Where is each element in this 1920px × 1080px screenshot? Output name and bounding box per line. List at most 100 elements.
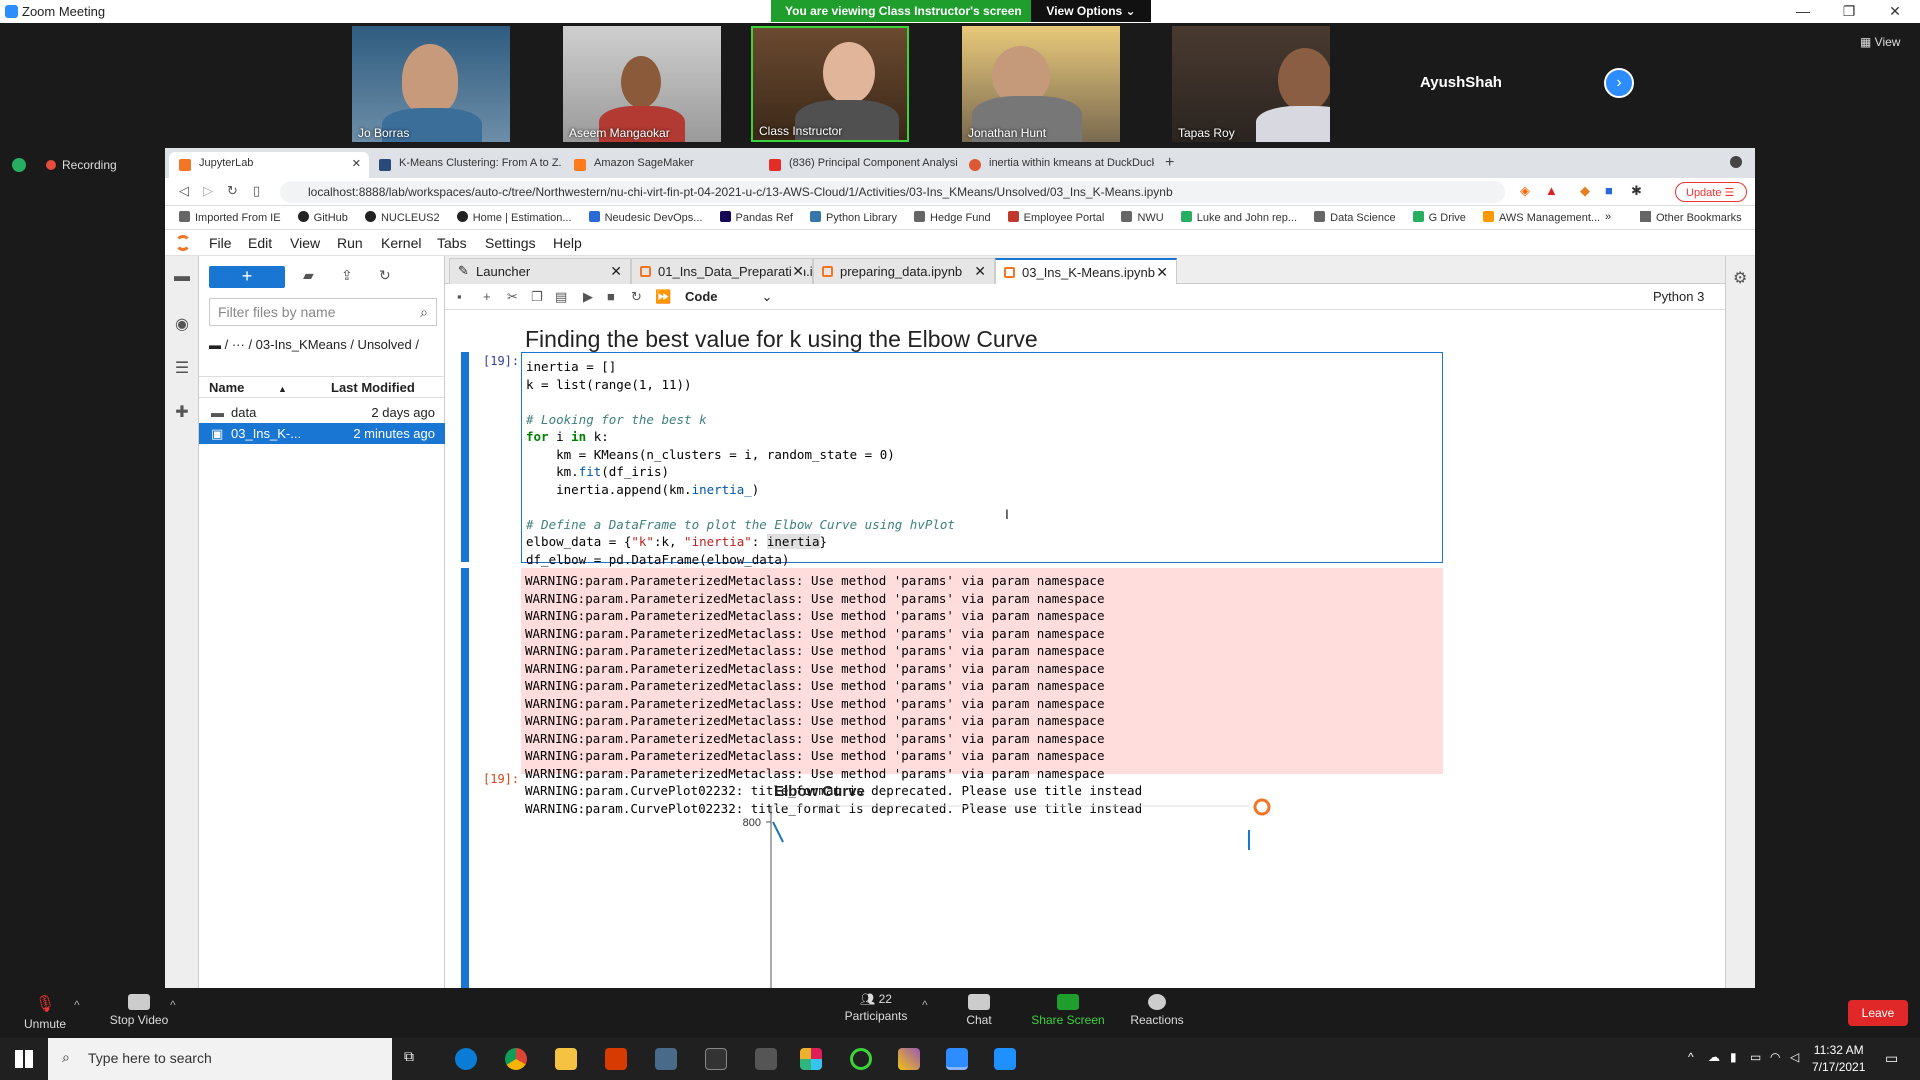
edge-icon[interactable] xyxy=(455,1048,477,1070)
app-icon[interactable] xyxy=(755,1048,777,1070)
participants-button[interactable]: 👥︎ 22 Participants xyxy=(838,992,914,1023)
taskbar-clock[interactable]: 11:32 AM 7/17/2021 xyxy=(1812,1042,1865,1076)
close-icon[interactable]: ✕ xyxy=(610,263,622,280)
upload-icon[interactable]: ⇪ xyxy=(341,267,353,284)
tab-search-icon[interactable] xyxy=(1730,156,1742,168)
mic-icon[interactable]: ▮ xyxy=(1730,1050,1737,1064)
participant-tile-active[interactable]: Class Instructor xyxy=(751,26,909,142)
leave-button[interactable]: Leave xyxy=(1848,1000,1908,1026)
chat-button[interactable]: Chat xyxy=(956,994,1002,1027)
notifications-icon[interactable]: ▭ xyxy=(1885,1050,1898,1067)
filter-files-input[interactable]: Filter files by name ⌕ xyxy=(209,298,437,326)
cloud-icon[interactable]: ☁ xyxy=(1708,1050,1720,1064)
close-icon[interactable]: ✕ xyxy=(974,263,986,280)
new-launcher-button[interactable]: + xyxy=(209,266,285,288)
restart-icon[interactable]: ↻ xyxy=(631,289,642,305)
menu-run[interactable]: Run xyxy=(337,235,363,251)
tray-overflow-icon[interactable]: ^ xyxy=(1688,1050,1694,1064)
menu-view[interactable]: View xyxy=(290,235,320,251)
other-bookmarks[interactable]: Other Bookmarks xyxy=(1640,211,1742,224)
stop-video-button[interactable]: Stop Video xyxy=(104,994,174,1027)
file-row[interactable]: ▬ data 2 days ago xyxy=(199,402,445,423)
close-icon[interactable]: ✕ xyxy=(1156,264,1168,281)
reactions-button[interactable]: Reactions xyxy=(1126,994,1188,1027)
doc-tab-launcher[interactable]: ✎ Launcher ✕ xyxy=(449,258,631,284)
browser-tab[interactable]: K-Means Clustering: From A to Z. E xyxy=(369,152,564,178)
participant-tile[interactable]: Jo Borras xyxy=(352,26,510,142)
extension-icon[interactable]: ◆ xyxy=(1580,183,1590,199)
bookmark-item[interactable]: Pandas Ref xyxy=(719,211,793,224)
update-button[interactable]: Update ☰ xyxy=(1675,182,1747,202)
unmute-button[interactable]: 🎙︎ Unmute xyxy=(14,994,76,1031)
view-button[interactable]: ▦ View xyxy=(1860,35,1900,49)
file-explorer-icon[interactable] xyxy=(555,1048,577,1070)
chevron-up-icon[interactable]: ^ xyxy=(74,998,80,1012)
bookmark-item[interactable]: Python Library xyxy=(810,211,897,224)
doc-tab[interactable]: 01_Ins_Data_Preparation.ipynb✕ xyxy=(631,258,813,284)
chrome-icon[interactable] xyxy=(505,1048,527,1070)
extension-icon[interactable]: ■ xyxy=(1605,183,1613,198)
extensions-puzzle-icon[interactable]: ✚ xyxy=(173,402,191,421)
refresh-icon[interactable]: ↻ xyxy=(379,267,391,284)
close-icon[interactable]: ✕ xyxy=(1872,0,1918,23)
zoom-taskbar-icon[interactable] xyxy=(946,1048,968,1070)
browser-tab[interactable]: inertia within kmeans at DuckDuck xyxy=(959,152,1154,178)
run-icon[interactable]: ▶ xyxy=(583,289,593,305)
breadcrumb[interactable]: ▬ / ··· / 03-Ins_KMeans / Unsolved / xyxy=(209,336,439,354)
participant-tile[interactable]: Jonathan Hunt xyxy=(962,26,1120,142)
bookmark-item[interactable]: NUCLEUS2 xyxy=(364,211,440,224)
volume-icon[interactable]: ◁ xyxy=(1790,1050,1799,1064)
calculator-icon[interactable] xyxy=(655,1048,677,1070)
code-cell-editor[interactable]: inertia = [] k = list(range(1, 11)) # Lo… xyxy=(521,352,1443,584)
restart-run-all-icon[interactable]: ⏩ xyxy=(655,289,671,305)
bookmark-item[interactable]: NWU xyxy=(1121,211,1164,224)
new-tab-icon[interactable]: + xyxy=(1165,154,1174,172)
more-bookmarks-icon[interactable]: » xyxy=(1605,211,1611,223)
bookmark-item[interactable]: Home | Estimation... xyxy=(456,211,572,224)
task-view-icon[interactable]: ⧉ xyxy=(404,1048,426,1070)
windows-start-icon[interactable] xyxy=(15,1050,33,1068)
elbow-curve-chart[interactable]: Elbow Curve 800 xyxy=(521,780,1443,988)
bookmark-item[interactable]: Luke and John rep... xyxy=(1180,211,1297,224)
close-tab-icon[interactable]: ✕ xyxy=(352,157,361,170)
terminal-icon[interactable] xyxy=(705,1048,727,1070)
menu-file[interactable]: File xyxy=(209,235,232,251)
browser-tab[interactable]: Amazon SageMaker xyxy=(564,152,759,178)
browser-tab-jupyterlab[interactable]: JupyterLab ✕ xyxy=(169,152,369,178)
bookmark-item[interactable]: AWS Management... xyxy=(1482,211,1600,224)
bookmark-icon[interactable]: ▯ xyxy=(253,183,260,199)
shield-icon[interactable] xyxy=(12,158,26,172)
bookmark-item[interactable]: Hedge Fund xyxy=(914,211,991,224)
column-last-modified[interactable]: Last Modified xyxy=(331,380,415,395)
restore-icon[interactable]: ❐ xyxy=(1826,0,1872,23)
kernel-name[interactable]: Python 3 xyxy=(1653,289,1704,304)
paste-icon[interactable]: ▤ xyxy=(555,289,567,305)
close-icon[interactable]: ✕ xyxy=(792,263,804,280)
copy-icon[interactable]: ❐ xyxy=(531,289,543,305)
output-collapse-bar[interactable] xyxy=(461,568,469,988)
participant-tile[interactable]: Tapas Roy xyxy=(1172,26,1330,142)
running-sessions-icon[interactable]: ◉ xyxy=(173,314,191,333)
bookmark-item[interactable]: Neudesic DevOps... xyxy=(588,211,702,224)
slack-icon[interactable] xyxy=(800,1048,822,1070)
forward-icon[interactable]: ▷ xyxy=(203,183,213,199)
app-icon[interactable] xyxy=(994,1048,1016,1070)
wifi-icon[interactable]: ◠ xyxy=(1770,1050,1780,1064)
bookmark-item[interactable]: Imported From IE xyxy=(179,211,281,224)
office-icon[interactable] xyxy=(605,1048,627,1070)
column-name[interactable]: Name ▲ xyxy=(209,380,287,395)
participant-tile[interactable]: Aseem Mangaokar xyxy=(563,26,721,142)
doc-tab-active[interactable]: 03_Ins_K-Means.ipynb ✕ xyxy=(995,258,1177,284)
folder-icon[interactable]: ▬ xyxy=(173,268,191,286)
active-cell-indicator[interactable] xyxy=(461,352,469,562)
stop-icon[interactable]: ■ xyxy=(607,289,615,304)
menu-settings[interactable]: Settings xyxy=(485,235,536,251)
taskbar-search-input[interactable]: ⌕ Type here to search xyxy=(48,1038,392,1080)
menu-kernel[interactable]: Kernel xyxy=(381,235,421,251)
rewards-icon[interactable]: ▲ xyxy=(1545,183,1558,198)
menu-help[interactable]: Help xyxy=(553,235,582,251)
file-row-selected[interactable]: ▣ 03_Ins_K-... 2 minutes ago xyxy=(199,423,445,444)
reload-icon[interactable]: ↻ xyxy=(227,183,238,199)
chevron-up-icon[interactable]: ^ xyxy=(922,998,928,1012)
brave-shield-icon[interactable]: ◈ xyxy=(1520,183,1530,199)
